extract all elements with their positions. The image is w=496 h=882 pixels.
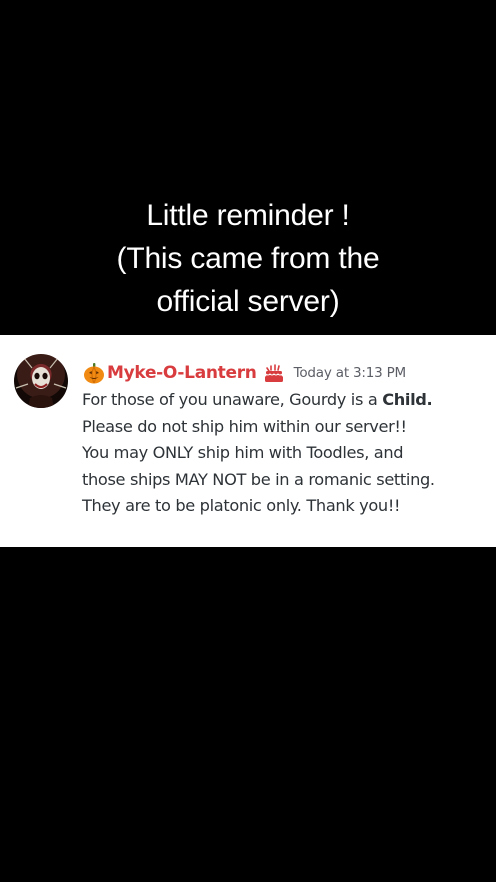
caption-line-1: Little reminder !: [146, 199, 350, 232]
message-line-4: those ships MAY NOT be in a romanic sett…: [82, 469, 435, 489]
message-bold-word: Child.: [382, 390, 433, 409]
cake-icon: [263, 362, 285, 384]
message-line-1: For those of you unaware, Gourdy is a Ch…: [82, 387, 490, 414]
avatar-image: [15, 357, 67, 408]
message-timestamp: Today at 3:13 PM: [293, 365, 407, 381]
message-line-3: You may ONLY ship him with Toodles, and: [82, 443, 404, 462]
message-line-2: Please do not ship him within our server…: [82, 416, 407, 436]
chat-message-panel: Myke-O-Lantern Today at 3:13 PM For thos…: [0, 335, 496, 547]
message-line-1-text: For those of you unaware, Gourdy is a: [82, 390, 383, 409]
video-caption: Little reminder ! (This came from the of…: [0, 194, 496, 323]
caption-line-3: official server): [156, 285, 340, 318]
author-username[interactable]: Myke-O-Lantern: [107, 363, 257, 383]
avatar[interactable]: [14, 354, 68, 408]
message-header: Myke-O-Lantern Today at 3:13 PM: [82, 360, 406, 386]
message-body: For those of you unaware, Gourdy is a Ch…: [82, 387, 490, 520]
caption-line-2: (This came from the: [116, 242, 380, 275]
pumpkin-icon: [82, 361, 106, 385]
message-line-5: They are to be platonic only. Thank you!…: [82, 496, 401, 515]
